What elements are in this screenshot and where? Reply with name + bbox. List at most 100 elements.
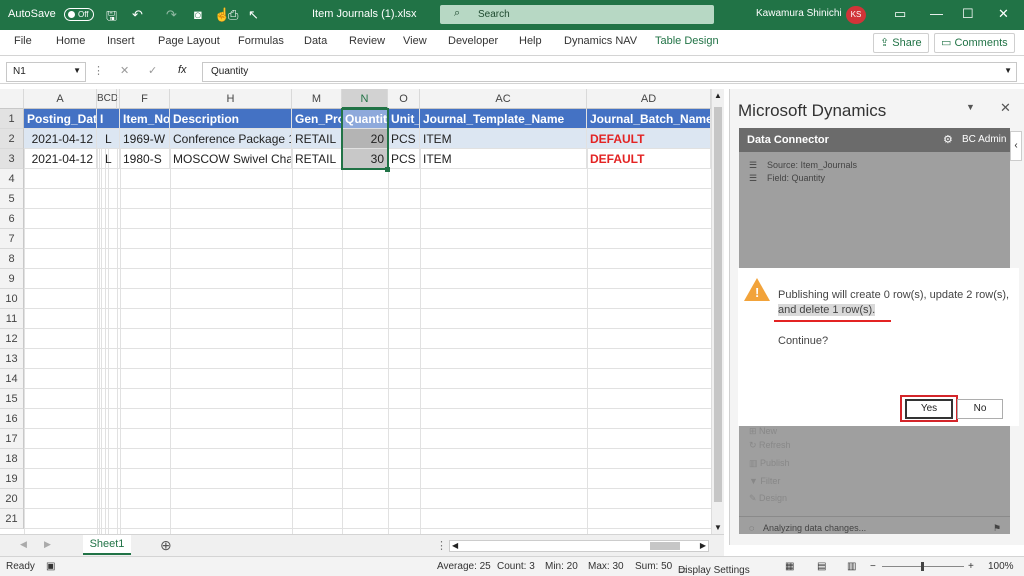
table-cell[interactable]: MOSCOW Swivel Chair [170, 149, 292, 169]
scroll-right-icon[interactable]: ▶ [700, 541, 706, 550]
column-header[interactable]: O [388, 89, 420, 109]
minimize-icon[interactable]: — [930, 6, 943, 21]
menu-file[interactable]: File [14, 35, 32, 47]
spreadsheet-grid[interactable]: A BCD E F H M N O AC AD 1 2 3 4 5 6 7 8 9 10 11 12 1… [0, 89, 711, 549]
action-new[interactable]: ⊞ New [749, 426, 777, 437]
row-header[interactable]: 12 [0, 329, 24, 349]
table-cell[interactable]: PCS [388, 129, 420, 149]
close-icon[interactable]: ✕ [998, 6, 1009, 22]
table-cell[interactable]: DEFAULT [587, 149, 711, 169]
table-cell[interactable]: L [97, 149, 120, 169]
zoom-slider[interactable] [882, 562, 964, 571]
tab-sheet1[interactable]: Sheet1 [83, 535, 131, 555]
horizontal-scrollbar[interactable]: ◀ ▶ [449, 540, 709, 552]
table-cell[interactable]: 2021-04-12 [24, 149, 97, 169]
table-cell[interactable]: ITEM [420, 149, 587, 169]
pane-options-icon[interactable]: ▼ [966, 102, 975, 112]
column-header[interactable]: M [292, 89, 342, 109]
header-cell[interactable]: Unit_ [388, 109, 420, 129]
table-cell[interactable]: 2021-04-12 [24, 129, 97, 149]
redo-icon[interactable]: ↷ [166, 7, 177, 23]
header-cell[interactable]: Item_No [120, 109, 170, 129]
comments-button[interactable]: ▭ Comments [934, 33, 1015, 53]
action-refresh[interactable]: ↻ Refresh [749, 440, 791, 451]
table-cell[interactable]: PCS [388, 149, 420, 169]
row-header[interactable]: 9 [0, 269, 24, 289]
add-sheet-icon[interactable]: ⊕ [160, 537, 172, 554]
header-cell[interactable]: Journal_Batch_Name [587, 109, 711, 129]
action-publish[interactable]: ▥ Publish [749, 458, 790, 469]
row-header[interactable]: 5 [0, 189, 24, 209]
row-header[interactable]: 17 [0, 429, 24, 449]
select-all-corner[interactable] [0, 89, 24, 109]
zoom-out-icon[interactable]: − [870, 561, 876, 572]
collapse-icon[interactable]: ‹ [1010, 131, 1022, 161]
column-header[interactable]: BCD [97, 89, 118, 109]
menu-insert[interactable]: Insert [107, 35, 135, 47]
header-cell[interactable]: Journal_Template_Name [420, 109, 587, 129]
row-header[interactable]: 2 [0, 129, 24, 149]
row-header[interactable]: 13 [0, 349, 24, 369]
table-cell[interactable]: 1980-S [120, 149, 170, 169]
table-cell[interactable]: L [97, 129, 120, 149]
menu-formulas[interactable]: Formulas [238, 35, 284, 47]
menu-dynamics-nav[interactable]: Dynamics NAV [564, 35, 637, 47]
camera-icon[interactable]: ◙ [194, 7, 202, 22]
save-icon[interactable]: 🖫 [106, 7, 117, 29]
row-header[interactable]: 6 [0, 209, 24, 229]
row-header[interactable]: 4 [0, 169, 24, 189]
vertical-scrollbar[interactable]: ▲ ▼ [711, 89, 724, 534]
scroll-down-icon[interactable]: ▼ [714, 523, 722, 532]
row-header[interactable]: 19 [0, 469, 24, 489]
zoom-level[interactable]: 100% [988, 561, 1014, 572]
menu-review[interactable]: Review [349, 35, 385, 47]
no-button[interactable]: No [957, 399, 1003, 419]
expand-icon[interactable]: ▼ [1004, 66, 1012, 75]
scroll-thumb[interactable] [714, 107, 722, 502]
table-cell[interactable]: RETAIL [292, 129, 342, 149]
menu-view[interactable]: View [403, 35, 427, 47]
tab-next-icon[interactable]: ▶ [44, 539, 51, 550]
row-header[interactable]: 21 [0, 509, 24, 529]
row-header[interactable]: 8 [0, 249, 24, 269]
row-header[interactable]: 18 [0, 449, 24, 469]
chevron-down-icon[interactable]: ▼ [73, 66, 81, 75]
gear-icon[interactable]: ⚙ [943, 133, 953, 146]
column-header[interactable]: F [120, 89, 170, 109]
flag-icon[interactable]: ⚑ [993, 523, 1001, 534]
row-header[interactable]: 1 [0, 109, 24, 129]
avatar[interactable]: KS [846, 6, 866, 24]
zoom-thumb[interactable] [921, 562, 924, 571]
hscroll-thumb[interactable] [650, 542, 680, 550]
tab-prev-icon[interactable]: ◀ [20, 539, 27, 550]
row-header[interactable]: 11 [0, 309, 24, 329]
column-header[interactable]: H [170, 89, 292, 109]
enter-icon[interactable]: ✓ [148, 64, 157, 77]
header-cell[interactable]: Gen_Prod [292, 109, 342, 129]
column-header[interactable]: AC [420, 89, 587, 109]
table-cell[interactable]: RETAIL [292, 149, 342, 169]
column-header[interactable]: N [342, 89, 388, 109]
menu-home[interactable]: Home [56, 35, 85, 47]
autosave-toggle[interactable]: Off [64, 8, 94, 21]
split-icon[interactable]: ⋮ [436, 539, 447, 552]
page-break-icon[interactable]: ▥ [847, 561, 856, 572]
cursor-icon[interactable]: ↖ [248, 7, 259, 23]
menu-developer[interactable]: Developer [448, 35, 498, 47]
customize-icon[interactable]: ⎙ [228, 7, 238, 23]
cancel-icon[interactable]: ✕ [120, 64, 129, 77]
fill-handle[interactable] [385, 167, 390, 172]
table-cell[interactable]: ITEM [420, 129, 587, 149]
column-header[interactable]: A [24, 89, 97, 109]
undo-icon[interactable]: ↶ [132, 7, 143, 23]
normal-view-icon[interactable]: ▦ [785, 561, 794, 572]
yes-button[interactable]: Yes [905, 399, 953, 419]
function-icon[interactable]: fx [178, 64, 187, 76]
row-header[interactable]: 10 [0, 289, 24, 309]
zoom-in-icon[interactable]: + [968, 561, 974, 572]
table-cell[interactable]: Conference Package 1 [170, 129, 292, 149]
row-header[interactable]: 7 [0, 229, 24, 249]
action-filter[interactable]: ▼ Filter [749, 476, 780, 486]
header-cell[interactable]: Posting_Dat [24, 109, 97, 129]
ribbon-display-icon[interactable]: ▭ [894, 6, 906, 22]
